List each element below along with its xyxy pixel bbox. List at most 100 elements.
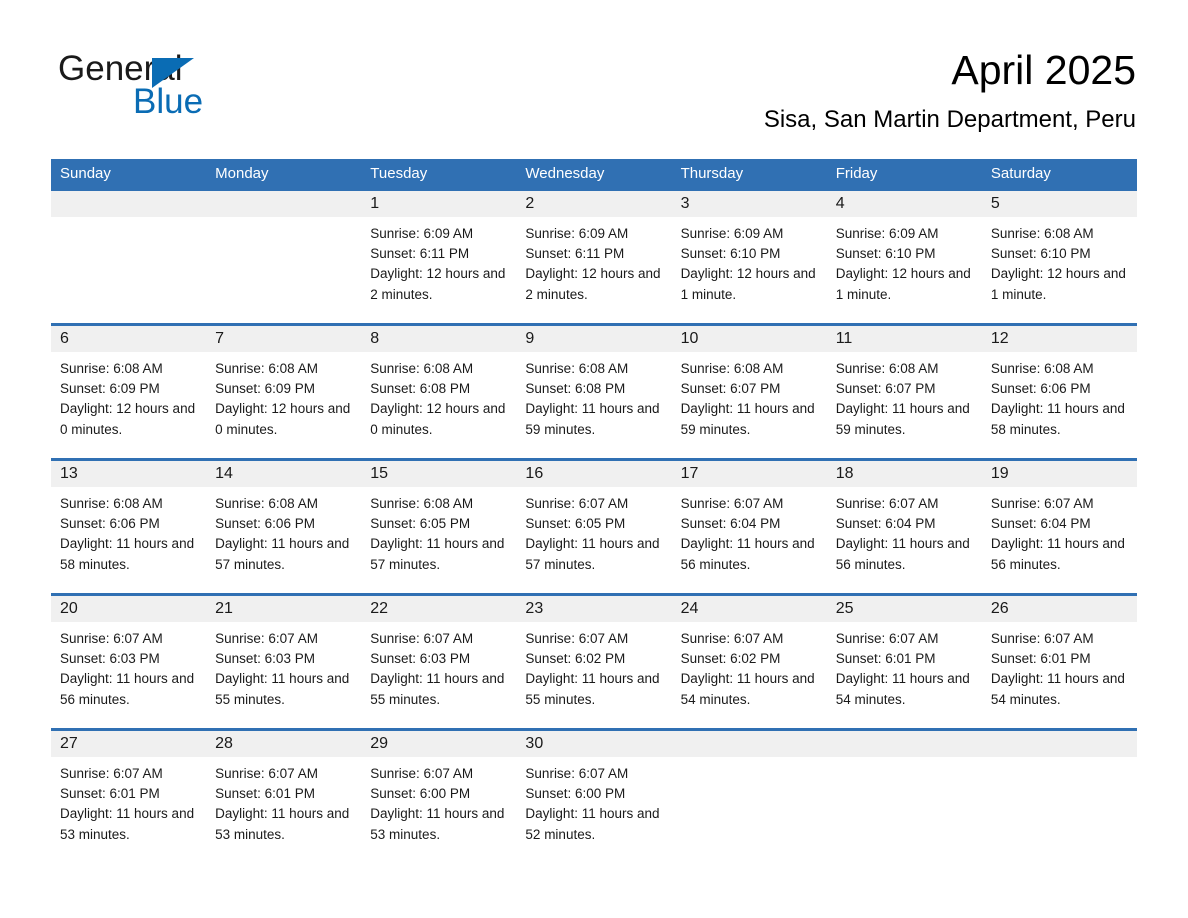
day-number: 9: [525, 330, 535, 347]
day-cell[interactable]: 8 Sunrise: 6:08 AM Sunset: 6:08 PM Daylight…: [361, 326, 517, 458]
day-cell[interactable]: 9 Sunrise: 6:08 AM Sunset: 6:08 PM Daylight…: [516, 326, 672, 458]
day-number-strip: 4: [826, 191, 982, 217]
daylight-text: Daylight: 11 hours and 56 minutes.: [680, 536, 815, 572]
sunrise-text: Sunrise: 6:07 AM: [525, 631, 629, 646]
daylight-text: Daylight: 11 hours and 57 minutes.: [370, 536, 505, 572]
day-info: Sunrise: 6:08 AM Sunset: 6:05 PM Daylight:…: [361, 487, 516, 575]
day-number: 2: [525, 195, 535, 212]
day-info: Sunrise: 6:07 AM Sunset: 6:03 PM Daylight:…: [361, 622, 516, 710]
daylight-text: Daylight: 11 hours and 53 minutes.: [215, 806, 350, 842]
day-cell[interactable]: 22 Sunrise: 6:07 AM Sunset: 6:03 PM Dayligh…: [361, 596, 517, 728]
day-number: 14: [215, 465, 233, 482]
day-info: Sunrise: 6:08 AM Sunset: 6:06 PM Daylight:…: [982, 352, 1137, 440]
day-cell[interactable]: 26 Sunrise: 6:07 AM Sunset: 6:01 PM Dayligh…: [981, 596, 1137, 728]
day-cell[interactable]: 15 Sunrise: 6:08 AM Sunset: 6:05 PM Dayligh…: [361, 461, 517, 593]
day-info: Sunrise: 6:07 AM Sunset: 6:02 PM Daylight:…: [672, 622, 827, 710]
day-number: 28: [215, 735, 233, 752]
day-info: Sunrise: 6:08 AM Sunset: 6:10 PM Daylight:…: [982, 217, 1137, 305]
day-number-strip: 2: [516, 191, 672, 217]
day-number: 17: [680, 465, 699, 482]
day-number: 1: [370, 195, 380, 212]
day-cell[interactable]: 18 Sunrise: 6:07 AM Sunset: 6:04 PM Dayligh…: [826, 461, 982, 593]
day-cell[interactable]: 29 Sunrise: 6:07 AM Sunset: 6:00 PM Dayligh…: [361, 731, 517, 863]
day-number: 11: [835, 330, 853, 347]
generalblue-logo[interactable]: General Blue: [58, 50, 358, 130]
sunrise-text: Sunrise: 6:07 AM: [60, 766, 163, 781]
day-info: Sunrise: 6:07 AM Sunset: 6:03 PM Daylight:…: [51, 622, 206, 710]
daylight-text: Daylight: 11 hours and 57 minutes.: [215, 536, 350, 572]
sunset-text: Sunset: 6:06 PM: [215, 516, 315, 532]
sunrise-text: Sunrise: 6:08 AM: [835, 361, 939, 376]
daylight-text: Daylight: 12 hours and 0 minutes.: [370, 401, 506, 437]
daylight-text: Daylight: 11 hours and 53 minutes.: [370, 806, 505, 842]
sunrise-text: Sunrise: 6:07 AM: [215, 766, 318, 781]
day-number: 19: [990, 465, 1009, 482]
sunrise-text: Sunrise: 6:08 AM: [215, 361, 318, 376]
day-number-strip: [206, 191, 362, 217]
day-info: Sunrise: 6:08 AM Sunset: 6:09 PM Daylight:…: [51, 352, 206, 440]
day-number: 10: [680, 330, 699, 347]
day-number-strip: [826, 731, 982, 757]
day-cell[interactable]: 10 Sunrise: 6:08 AM Sunset: 6:07 PM Dayligh…: [671, 326, 827, 458]
day-cell[interactable]: 13 Sunrise: 6:08 AM Sunset: 6:06 PM Dayligh…: [51, 461, 207, 593]
day-info: Sunrise: 6:08 AM Sunset: 6:09 PM Daylight:…: [206, 352, 361, 440]
day-number: 7: [215, 330, 225, 347]
daylight-text: Daylight: 11 hours and 54 minutes.: [680, 671, 815, 707]
sunset-text: Sunset: 6:06 PM: [60, 516, 160, 532]
sunset-text: Sunset: 6:09 PM: [215, 381, 315, 397]
day-cell[interactable]: 3 Sunrise: 6:09 AM Sunset: 6:10 PM Daylight…: [671, 191, 827, 323]
sunrise-text: Sunrise: 6:08 AM: [60, 496, 163, 511]
day-cell[interactable]: 4 Sunrise: 6:09 AM Sunset: 6:10 PM Daylight…: [826, 191, 982, 323]
day-cell[interactable]: 2 Sunrise: 6:09 AM Sunset: 6:11 PM Daylight…: [516, 191, 672, 323]
day-number-strip: 15: [361, 461, 517, 487]
day-cell[interactable]: 6 Sunrise: 6:08 AM Sunset: 6:09 PM Daylight…: [51, 326, 207, 458]
day-cell[interactable]: 23 Sunrise: 6:07 AM Sunset: 6:02 PM Dayligh…: [516, 596, 672, 728]
daylight-text: Daylight: 11 hours and 55 minutes.: [525, 671, 660, 707]
day-number: 23: [525, 600, 544, 617]
day-cell[interactable]: 12 Sunrise: 6:08 AM Sunset: 6:06 PM Dayligh…: [981, 326, 1137, 458]
day-cell[interactable]: 17 Sunrise: 6:07 AM Sunset: 6:04 PM Dayligh…: [671, 461, 827, 593]
day-cell[interactable]: 11 Sunrise: 6:08 AM Sunset: 6:07 PM Dayligh…: [826, 326, 982, 458]
day-number: 3: [680, 195, 690, 212]
sunset-text: Sunset: 6:11 PM: [525, 246, 625, 262]
day-info: Sunrise: 6:07 AM Sunset: 6:03 PM Daylight:…: [206, 622, 361, 710]
sunset-text: Sunset: 6:09 PM: [60, 381, 160, 397]
sunrise-text: Sunrise: 6:08 AM: [60, 361, 163, 376]
day-cell[interactable]: 19 Sunrise: 6:07 AM Sunset: 6:04 PM Dayligh…: [981, 461, 1137, 593]
day-info: Sunrise: 6:09 AM Sunset: 6:10 PM Daylight:…: [672, 217, 827, 305]
masthead: General Blue April 2025 Sisa, San Martin…: [0, 0, 1188, 152]
day-cell[interactable]: 24 Sunrise: 6:07 AM Sunset: 6:02 PM Dayligh…: [671, 596, 827, 728]
day-cell[interactable]: 16 Sunrise: 6:07 AM Sunset: 6:05 PM Dayligh…: [516, 461, 672, 593]
day-cell[interactable]: 30 Sunrise: 6:07 AM Sunset: 6:00 PM Dayligh…: [516, 731, 672, 863]
day-cell[interactable]: 20 Sunrise: 6:07 AM Sunset: 6:03 PM Dayligh…: [51, 596, 207, 728]
day-cell[interactable]: 25 Sunrise: 6:07 AM Sunset: 6:01 PM Dayligh…: [826, 596, 982, 728]
sunrise-text: Sunrise: 6:09 AM: [680, 226, 784, 241]
sunset-text: Sunset: 6:08 PM: [525, 381, 626, 397]
daylight-text: Daylight: 12 hours and 1 minute.: [835, 266, 971, 302]
day-cell[interactable]: 1 Sunrise: 6:09 AM Sunset: 6:11 PM Daylight…: [361, 191, 517, 323]
day-cell[interactable]: 14 Sunrise: 6:08 AM Sunset: 6:06 PM Dayligh…: [206, 461, 362, 593]
daylight-text: Daylight: 11 hours and 59 minutes.: [680, 401, 815, 437]
sunset-text: Sunset: 6:00 PM: [525, 786, 626, 802]
sunset-text: Sunset: 6:10 PM: [835, 246, 936, 262]
day-number: 25: [835, 600, 854, 617]
day-number-strip: 1: [361, 191, 517, 217]
day-info: Sunrise: 6:07 AM Sunset: 6:00 PM Daylight:…: [516, 757, 671, 845]
day-info: Sunrise: 6:07 AM Sunset: 6:01 PM Daylight:…: [827, 622, 982, 710]
weekday-header-thursday: Thursday: [680, 165, 744, 182]
day-number: 8: [370, 330, 380, 347]
day-cell[interactable]: 7 Sunrise: 6:08 AM Sunset: 6:09 PM Daylight…: [206, 326, 362, 458]
day-info: Sunrise: 6:07 AM Sunset: 6:01 PM Daylight:…: [51, 757, 206, 845]
day-cell[interactable]: 28 Sunrise: 6:07 AM Sunset: 6:01 PM Dayligh…: [206, 731, 362, 863]
day-cell[interactable]: 5 Sunrise: 6:08 AM Sunset: 6:10 PM Daylight…: [981, 191, 1137, 323]
weekday-header-monday: Monday: [215, 165, 269, 182]
day-cell[interactable]: 21 Sunrise: 6:07 AM Sunset: 6:03 PM Dayligh…: [206, 596, 362, 728]
weekday-header-sunday: Sunday: [60, 165, 111, 182]
daylight-text: Daylight: 12 hours and 0 minutes.: [60, 401, 196, 437]
day-cell[interactable]: 27 Sunrise: 6:07 AM Sunset: 6:01 PM Dayligh…: [51, 731, 207, 863]
sunset-text: Sunset: 6:10 PM: [990, 246, 1091, 262]
day-number-strip: 6: [51, 326, 207, 352]
day-number: 13: [60, 465, 78, 482]
sunrise-text: Sunrise: 6:08 AM: [370, 496, 474, 511]
sunset-text: Sunset: 6:01 PM: [835, 651, 936, 667]
